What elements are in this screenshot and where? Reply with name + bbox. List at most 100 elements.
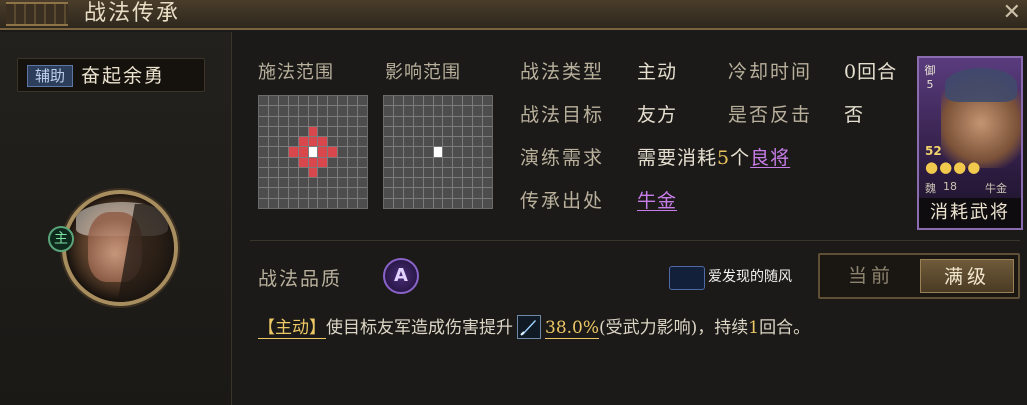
grid-cell bbox=[288, 126, 298, 137]
grid-cell bbox=[433, 157, 443, 167]
toggle-current-button[interactable]: 当前 bbox=[824, 259, 918, 293]
grid-cell bbox=[403, 157, 413, 167]
grid-cell bbox=[348, 96, 358, 106]
grid-cell bbox=[358, 198, 367, 208]
skill-portrait bbox=[62, 190, 178, 306]
grid-cell bbox=[443, 126, 453, 137]
grid-cell bbox=[384, 116, 393, 126]
train-value: 需要消耗5个良将 bbox=[637, 146, 790, 170]
consumed-general-card[interactable]: 御5 52 ●●●● 魏 18 牛金 消耗武将 bbox=[917, 56, 1023, 230]
grid-cell bbox=[259, 147, 268, 157]
train-link[interactable]: 良将 bbox=[750, 147, 790, 169]
grid-cell bbox=[433, 106, 443, 116]
sword-icon bbox=[517, 315, 541, 339]
grid-cell bbox=[453, 116, 463, 126]
grid-cell bbox=[338, 96, 348, 106]
grid-cell bbox=[443, 116, 453, 126]
grid-cell bbox=[453, 126, 463, 137]
grid-cell bbox=[483, 178, 492, 188]
grid-cell bbox=[288, 167, 298, 178]
grid-cell bbox=[268, 116, 278, 126]
grid-cell bbox=[443, 188, 453, 198]
grid-cell bbox=[473, 137, 483, 147]
grid-cell bbox=[308, 198, 318, 208]
grid-cell bbox=[278, 126, 288, 137]
grid-cell bbox=[453, 106, 463, 116]
grid-cell bbox=[318, 96, 328, 106]
grid-cell bbox=[453, 137, 463, 147]
grid-cell bbox=[443, 198, 453, 208]
grid-cell bbox=[338, 188, 348, 198]
grid-cell bbox=[403, 96, 413, 106]
grid-cell bbox=[298, 116, 308, 126]
desc-percent: 38.0% bbox=[545, 318, 600, 339]
cast-range-label: 施法范围 bbox=[258, 62, 334, 83]
effect-range-label: 影响范围 bbox=[385, 62, 461, 83]
grid-cell bbox=[358, 147, 367, 157]
grid-cell bbox=[483, 188, 492, 198]
grid-cell bbox=[433, 126, 443, 137]
grid-cell bbox=[393, 157, 403, 167]
grid-cell bbox=[328, 137, 338, 147]
card-info-row: 魏 18 牛金 bbox=[919, 180, 1021, 196]
card-stars: ●●●● bbox=[925, 158, 982, 176]
grid-cell bbox=[483, 157, 492, 167]
desc-part3: 回合。 bbox=[759, 318, 811, 338]
grid-cell bbox=[328, 178, 338, 188]
grid-cell bbox=[278, 198, 288, 208]
grid-cell bbox=[308, 126, 318, 137]
grid-cell bbox=[423, 198, 433, 208]
grid-cell bbox=[298, 147, 308, 157]
grid-cell bbox=[473, 116, 483, 126]
grid-cell bbox=[298, 188, 308, 198]
grid-cell bbox=[413, 198, 423, 208]
grid-cell bbox=[358, 116, 367, 126]
grid-cell bbox=[358, 167, 367, 178]
grid-cell bbox=[403, 147, 413, 157]
card-caption: 消耗武将 bbox=[919, 198, 1021, 228]
grid-cell bbox=[463, 126, 473, 137]
grid-cell bbox=[483, 96, 492, 106]
grid-cell bbox=[308, 116, 318, 126]
grid-cell bbox=[318, 116, 328, 126]
grid-cell bbox=[348, 137, 358, 147]
close-icon[interactable]: ✕ bbox=[1003, 0, 1021, 26]
grid-cell bbox=[358, 96, 367, 106]
grid-cell bbox=[288, 137, 298, 147]
grid-cell bbox=[433, 116, 443, 126]
grid-cell bbox=[358, 137, 367, 147]
grid-cell bbox=[298, 178, 308, 188]
counter-label: 是否反击 bbox=[728, 104, 813, 126]
grid-cell bbox=[423, 157, 433, 167]
toggle-max-button[interactable]: 满级 bbox=[920, 259, 1014, 293]
grid-cell bbox=[318, 126, 328, 137]
grid-cell bbox=[413, 126, 423, 137]
card-side-text: 御5 bbox=[924, 64, 936, 91]
grid-cell bbox=[268, 167, 278, 178]
skill-summary-panel: 辅助 奋起余勇 主 bbox=[0, 32, 232, 405]
skill-name-box: 辅助 奋起余勇 bbox=[17, 58, 205, 92]
grid-cell bbox=[483, 147, 492, 157]
grid-cell bbox=[259, 106, 268, 116]
grid-cell bbox=[393, 147, 403, 157]
grid-cell bbox=[268, 126, 278, 137]
grid-cell bbox=[288, 188, 298, 198]
cooldown-value: 0回合 bbox=[844, 61, 898, 83]
grid-cell bbox=[443, 167, 453, 178]
grid-cell bbox=[443, 106, 453, 116]
grid-cell bbox=[348, 198, 358, 208]
grid-cell bbox=[328, 116, 338, 126]
grid-cell bbox=[318, 188, 328, 198]
watermark-text: 爱发现的随风 bbox=[708, 269, 792, 285]
grid-cell bbox=[268, 106, 278, 116]
grid-cell bbox=[288, 198, 298, 208]
grid-cell bbox=[384, 126, 393, 137]
grid-cell bbox=[338, 126, 348, 137]
card-level: 18 bbox=[943, 180, 957, 193]
grid-cell bbox=[443, 157, 453, 167]
grid-cell bbox=[453, 157, 463, 167]
type-label: 战法类型 bbox=[520, 61, 605, 83]
origin-link[interactable]: 牛金 bbox=[637, 189, 677, 213]
grid-cell bbox=[423, 178, 433, 188]
grid-cell bbox=[473, 96, 483, 106]
